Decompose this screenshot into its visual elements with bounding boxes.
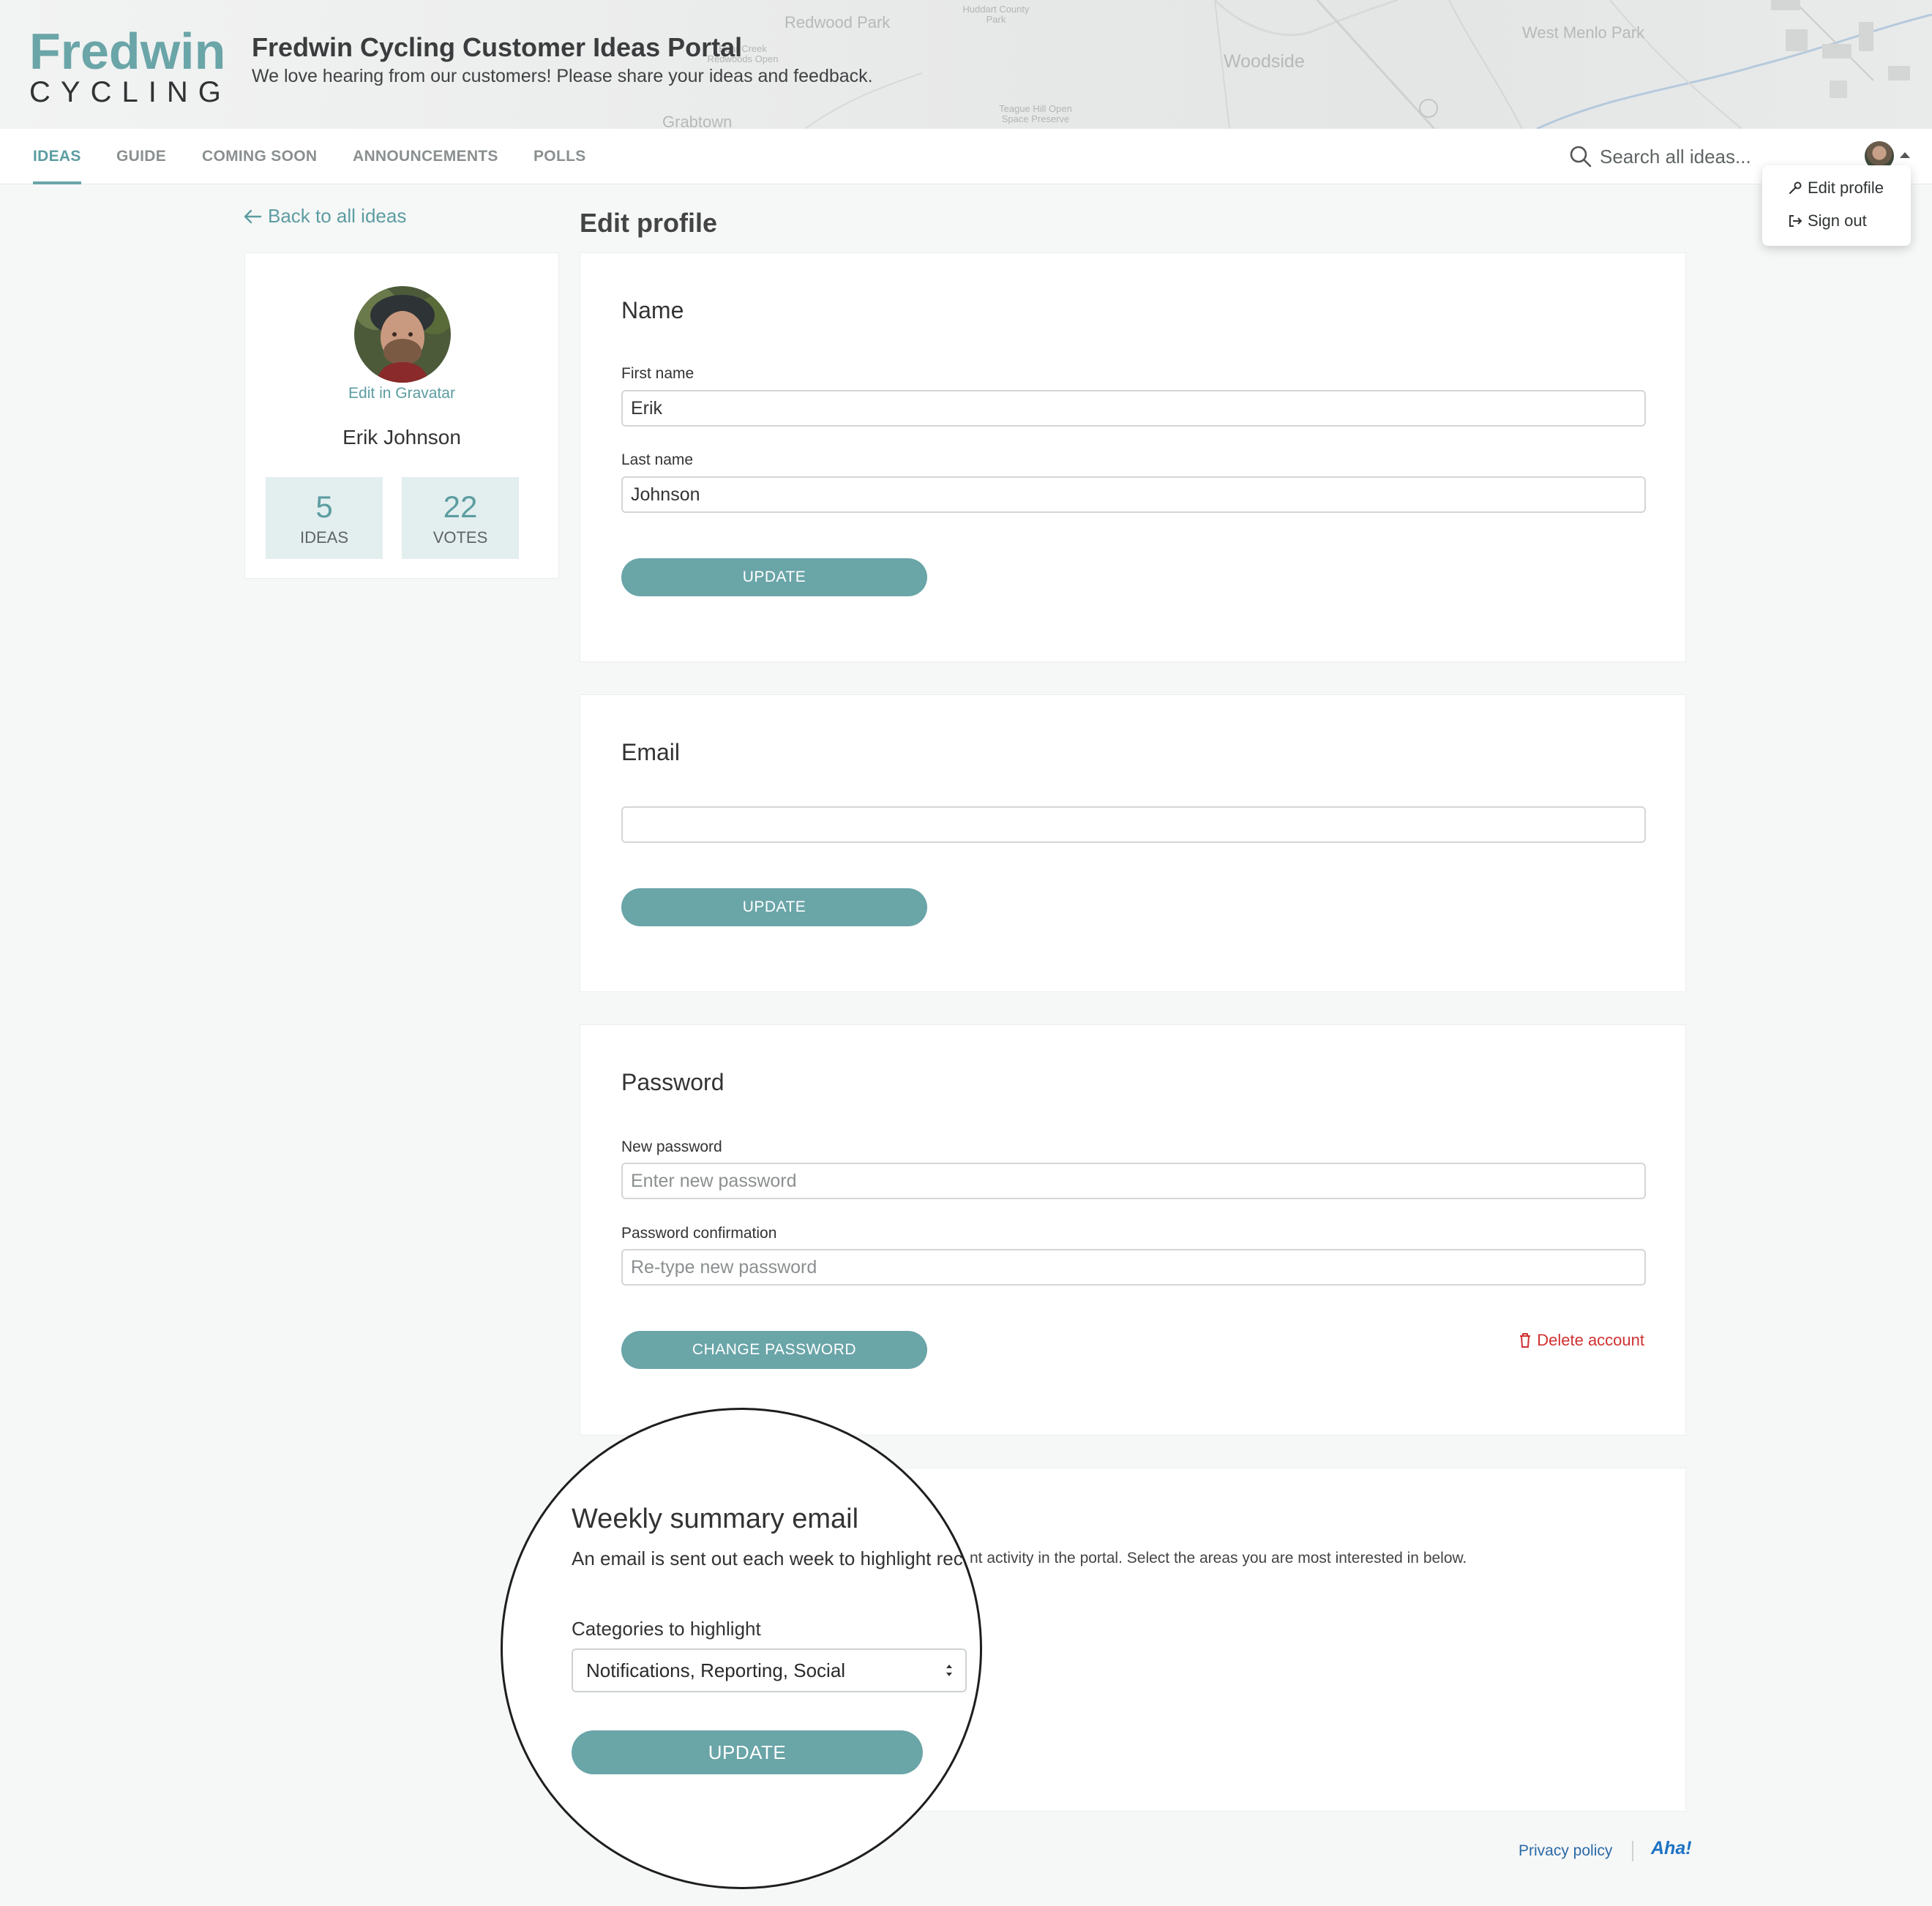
categories-selected-value: Notifications, Reporting, Social [586, 1659, 846, 1681]
search-box[interactable]: Search all ideas... [1569, 142, 1759, 171]
search-placeholder: Search all ideas... [1600, 145, 1751, 168]
last-name-field[interactable] [621, 476, 1646, 513]
edit-gravatar-link[interactable]: Edit in Gravatar [245, 385, 558, 402]
header-banner: Redwood Park Huddart County Park Bear Cr… [0, 0, 1932, 129]
logo-subword: CYCLING [29, 76, 231, 108]
top-navigation: IDEAS GUIDE COMING SOON ANNOUNCEMENTS PO… [0, 129, 1932, 184]
categories-label: Categories to highlight [572, 1618, 761, 1640]
profile-avatar [354, 286, 451, 383]
map-label-redwood-park: Redwood Park [785, 13, 891, 31]
weekly-summary-description-continued: nt activity in the portal. Select the ar… [970, 1550, 1467, 1567]
map-label-huddart: Huddart County Park [962, 4, 1030, 25]
tab-guide[interactable]: GUIDE [116, 129, 166, 184]
votes-label: VOTES [433, 528, 488, 547]
profile-name: Erik Johnson [342, 426, 461, 449]
ideas-stat[interactable]: 5 IDEAS [266, 477, 383, 559]
brand-logo[interactable]: Fredwin CYCLING [29, 26, 225, 108]
new-password-label: New password [621, 1138, 722, 1155]
tab-polls[interactable]: POLLS [533, 129, 586, 184]
password-panel: Password New password Password confirmat… [580, 1024, 1686, 1436]
portal-subtitle: We love hearing from our customers! Plea… [252, 66, 873, 86]
name-panel: Name First name Last name UPDATE [580, 252, 1686, 662]
password-panel-title: Password [621, 1069, 724, 1095]
user-menu-dropdown: Edit profile Sign out [1762, 165, 1911, 246]
caret-up-icon[interactable] [1900, 152, 1910, 158]
update-weekly-summary-button[interactable]: UPDATE [572, 1730, 923, 1774]
menu-item-label: Edit profile [1808, 179, 1884, 197]
email-field[interactable] [621, 806, 1646, 843]
first-name-field[interactable] [621, 390, 1646, 427]
arrow-left-icon [244, 209, 262, 223]
map-label-woodside: Woodside [1224, 51, 1305, 72]
trash-icon [1520, 1333, 1531, 1348]
ideas-label: IDEAS [299, 528, 349, 547]
delete-account-link[interactable]: Delete account [1518, 1331, 1644, 1350]
page-title: Edit profile [580, 208, 717, 238]
magnifier-callout: Weekly summary email An email is sent ou… [501, 1408, 982, 1889]
select-arrows-icon [946, 1665, 952, 1676]
sign-out-icon [1789, 215, 1802, 227]
map-label-west-menlo-park: West Menlo Park [1522, 23, 1645, 42]
menu-item-sign-out[interactable]: Sign out [1787, 211, 1867, 230]
new-password-field[interactable] [621, 1163, 1646, 1199]
change-password-button[interactable]: CHANGE PASSWORD [621, 1331, 927, 1369]
logo-word: Fredwin [29, 23, 226, 80]
map-label-teague: Teague Hill Open Space Preserve [999, 103, 1072, 124]
search-icon [1570, 146, 1592, 168]
profile-card: Edit in Gravatar Erik Johnson 5 IDEAS 22… [244, 252, 559, 579]
first-name-label: First name [621, 365, 694, 382]
categories-select[interactable]: Notifications, Reporting, Social [572, 1648, 967, 1692]
password-confirmation-label: Password confirmation [621, 1225, 777, 1242]
tab-announcements[interactable]: ANNOUNCEMENTS [353, 129, 498, 184]
votes-stat[interactable]: 22 VOTES [402, 477, 519, 559]
map-label-grabtown: Grabtown [662, 113, 733, 129]
back-link-label: Back to all ideas [268, 205, 407, 227]
update-name-button[interactable]: UPDATE [621, 558, 927, 596]
password-confirmation-field[interactable] [621, 1249, 1646, 1286]
name-panel-title: Name [621, 297, 684, 323]
privacy-policy-link[interactable]: Privacy policy [1519, 1842, 1612, 1860]
votes-count: 22 [443, 489, 478, 524]
tab-coming-soon[interactable]: COMING SOON [202, 129, 317, 184]
delete-account-label: Delete account [1537, 1331, 1644, 1349]
weekly-summary-description: An email is sent out each week to highli… [572, 1547, 963, 1569]
aha-logo-link[interactable]: Aha! [1651, 1838, 1692, 1859]
portal-title: Fredwin Cycling Customer Ideas Portal [252, 32, 743, 62]
wrench-icon [1789, 181, 1802, 195]
last-name-label: Last name [621, 451, 694, 468]
weekly-summary-title: Weekly summary email [572, 1504, 859, 1534]
back-to-ideas-link[interactable]: Back to all ideas [243, 205, 406, 228]
footer-divider [1632, 1841, 1633, 1861]
ideas-count: 5 [315, 489, 333, 524]
update-email-button[interactable]: UPDATE [621, 888, 927, 926]
menu-item-edit-profile[interactable]: Edit profile [1787, 179, 1884, 198]
menu-item-label: Sign out [1808, 211, 1867, 230]
email-panel-title: Email [621, 739, 681, 765]
email-panel: Email UPDATE [580, 694, 1686, 992]
tab-ideas[interactable]: IDEAS [33, 129, 81, 184]
